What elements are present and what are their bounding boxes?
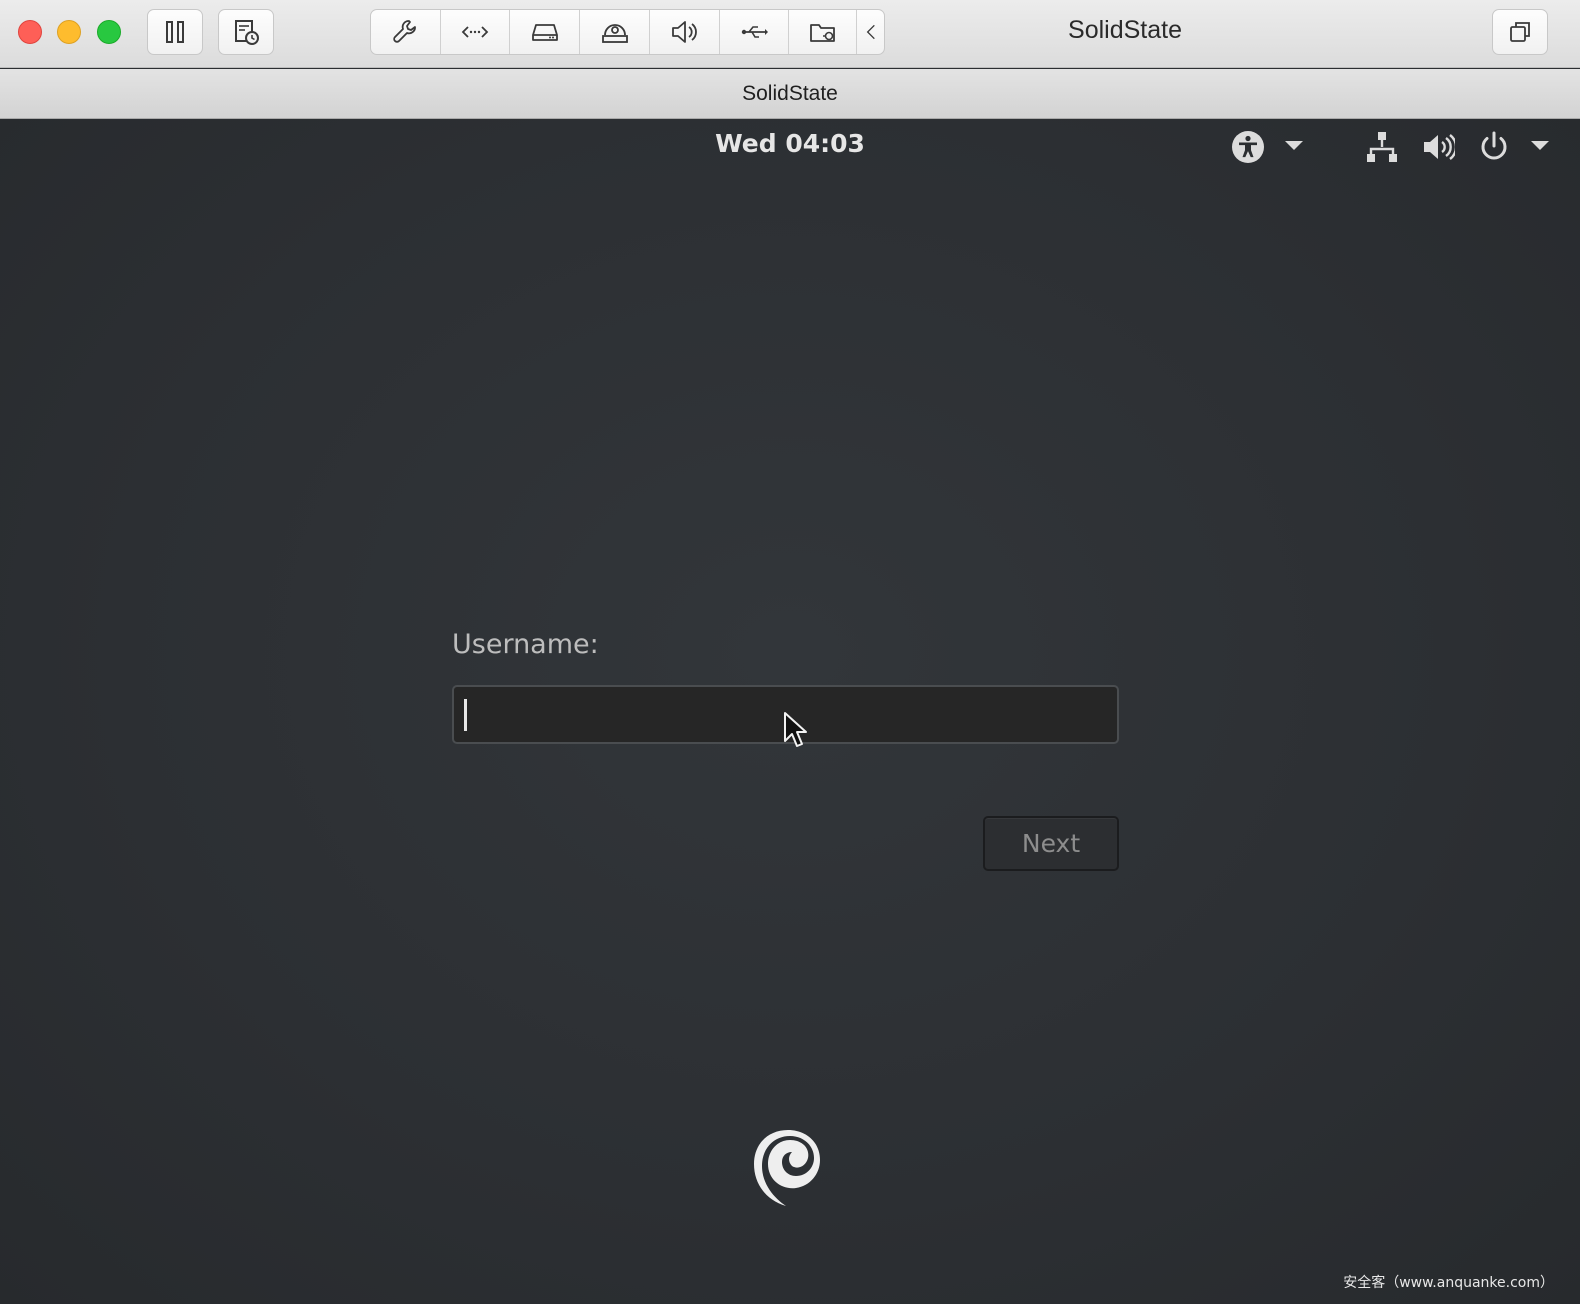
debian-logo-icon (754, 1130, 820, 1206)
shared-folder-icon (809, 24, 835, 42)
network-icon (1367, 132, 1397, 162)
username-label: Username: (452, 629, 599, 660)
window-restore-button[interactable] (1492, 9, 1548, 55)
hard-disk-button[interactable] (510, 10, 581, 54)
snapshot-icon (235, 20, 259, 45)
accessibility-dropdown-caret[interactable] (1285, 141, 1303, 150)
text-caret (464, 699, 467, 731)
optical-drive-icon (601, 24, 628, 43)
window-toolbar: SolidState (0, 0, 1580, 68)
accessibility-menu[interactable] (1230, 129, 1266, 165)
power-icon (1481, 131, 1507, 160)
snapshot-button[interactable] (218, 9, 274, 55)
minimize-window-button[interactable] (57, 20, 81, 44)
hard-disk-icon (531, 24, 558, 41)
pause-button[interactable] (147, 9, 203, 55)
usb-button[interactable] (720, 10, 790, 54)
mouse-pointer-icon (784, 712, 807, 747)
volume-icon (1424, 134, 1455, 160)
wrench-icon (393, 20, 417, 43)
settings-button[interactable] (371, 10, 441, 54)
network-button[interactable] (441, 10, 511, 54)
power-menu[interactable] (1476, 129, 1512, 165)
top-bar-clock[interactable]: Wed 04:03 (690, 129, 890, 158)
vm-tab[interactable]: SolidState (0, 69, 1580, 119)
next-button[interactable]: Next (983, 816, 1119, 871)
power-dropdown-caret[interactable] (1531, 141, 1549, 150)
accessibility-icon (1232, 131, 1264, 163)
vm-tab-title: SolidState (742, 81, 838, 105)
usb-icon (741, 26, 769, 38)
window-title: SolidState (1068, 16, 1182, 44)
audio-button[interactable] (650, 10, 720, 54)
optical-drive-button[interactable] (580, 10, 650, 54)
chevron-left-icon (866, 24, 875, 40)
zoom-window-button[interactable] (97, 20, 121, 44)
window-restore-icon (1510, 22, 1530, 42)
network-indicator[interactable] (1364, 129, 1400, 165)
volume-indicator[interactable] (1420, 129, 1456, 165)
device-toolbar (370, 9, 885, 55)
watermark: 安全客（www.anquanke.com） (1343, 1275, 1554, 1291)
network-arrows-icon (461, 26, 489, 38)
guest-screen: Wed 04:03 Username: Next 安全客（www.anquank… (0, 119, 1580, 1304)
speaker-icon (672, 21, 698, 43)
pause-icon (166, 21, 184, 43)
close-window-button[interactable] (18, 20, 42, 44)
collapse-toolbar-button[interactable] (857, 10, 884, 54)
shared-folder-button[interactable] (789, 10, 858, 54)
